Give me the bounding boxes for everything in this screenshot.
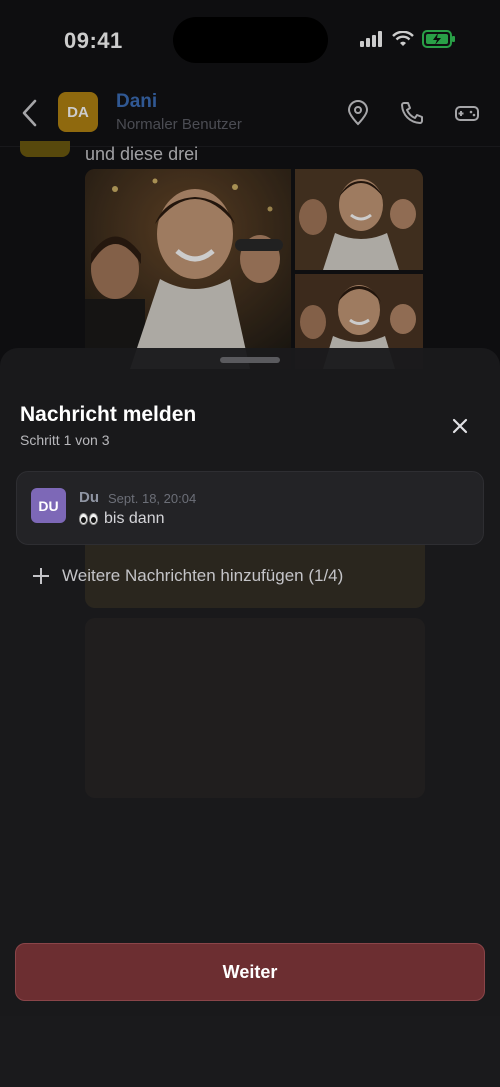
sheet-title: Nachricht melden <box>20 403 197 426</box>
message-body: bis dann <box>79 510 165 528</box>
close-icon <box>452 418 468 434</box>
sheet-grabber[interactable] <box>220 357 280 363</box>
background-blur-hint <box>85 618 425 798</box>
message-text: bis dann <box>104 510 165 527</box>
add-more-messages-label: Weitere Nachrichten hinzufügen (1/4) <box>62 566 344 585</box>
add-more-messages-button[interactable]: Weitere Nachrichten hinzufügen (1/4) <box>32 566 343 586</box>
step-indicator: Schritt 1 von 3 <box>20 432 110 448</box>
plus-icon <box>32 567 50 585</box>
report-message-sheet: Nachricht melden Schritt 1 von 3 DU Du S… <box>0 348 500 1087</box>
close-button[interactable] <box>446 412 474 440</box>
message-timestamp: Sept. 18, 20:04 <box>108 491 197 506</box>
reported-message-card: DU Du Sept. 18, 20:04 bis dann <box>16 471 484 545</box>
eyes-emoji-icon <box>79 513 98 525</box>
continue-button[interactable]: Weiter <box>15 943 485 1001</box>
message-author: Du <box>79 489 99 506</box>
author-avatar: DU <box>31 488 66 523</box>
